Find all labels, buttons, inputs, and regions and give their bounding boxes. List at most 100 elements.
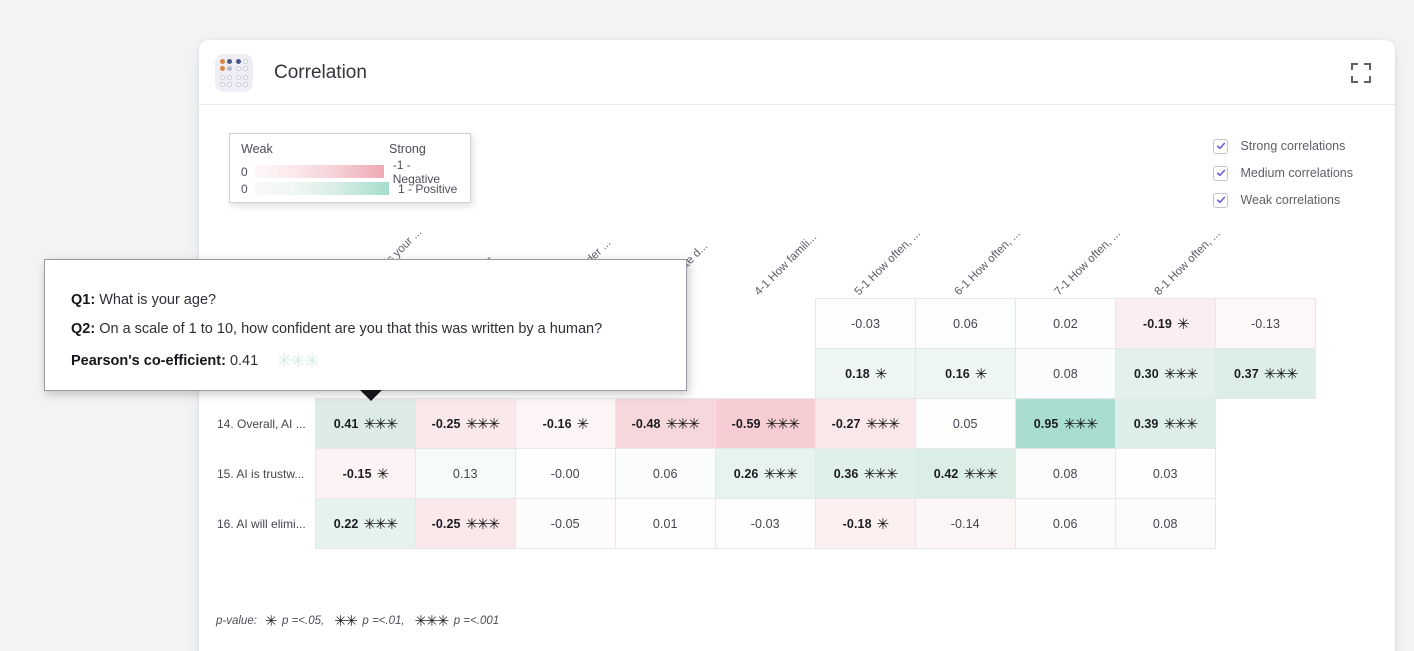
checkbox[interactable] — [1213, 165, 1229, 181]
matrix-cell[interactable]: -0.25 ✳✳✳ — [414, 498, 516, 549]
cell-significance-stars: ✳✳✳ — [963, 465, 998, 483]
cell-value: 0.22 — [333, 516, 359, 531]
matrix-cell[interactable]: -0.27 ✳✳✳ — [814, 398, 916, 449]
legend-row-positive: 0 1 - Positive — [241, 180, 459, 197]
matrix-cell[interactable]: 0.03 — [1114, 448, 1216, 499]
matrix-cell[interactable]: 0.36 ✳✳✳ — [814, 448, 916, 499]
matrix-cell[interactable]: -0.03 — [714, 498, 816, 549]
correlation-tooltip: Q1: What is your age? Q2: On a scale of … — [44, 259, 687, 401]
matrix-cell[interactable]: 0.05 — [914, 398, 1016, 449]
cell-significance-stars: ✳✳✳ — [1263, 365, 1299, 383]
matrix-cell[interactable]: -0.18 ✳ — [814, 498, 916, 549]
tooltip-q2-text: On a scale of 1 to 10, how confident are… — [99, 321, 603, 337]
p-value-threshold: p =<.05, — [282, 615, 325, 627]
matrix-cell[interactable]: 0.37 ✳✳✳ — [1215, 348, 1316, 399]
matrix-cell[interactable]: 0.26 ✳✳✳ — [714, 448, 816, 499]
matrix-cell[interactable]: 0.22 ✳✳✳ — [314, 498, 416, 549]
matrix-cell[interactable]: 0.16 ✳ — [915, 348, 1016, 399]
tooltip-coefficient: Pearson's co-efficient: 0.41 ✳✳✳ — [71, 350, 660, 373]
matrix-cell[interactable]: 0.06 — [614, 448, 716, 499]
matrix-cell[interactable]: 0.08 — [1014, 448, 1116, 499]
matrix-cell[interactable]: 0.30 ✳✳✳ — [1115, 348, 1216, 399]
matrix-cell[interactable]: -0.19 ✳ — [1115, 298, 1216, 349]
cell-significance-stars: ✳✳✳ — [1163, 365, 1199, 383]
matrix-cell[interactable]: -0.25 ✳✳✳ — [414, 398, 516, 449]
matrix-cell[interactable]: -0.16 ✳ — [514, 398, 616, 449]
matrix-cell[interactable]: 0.06 — [1014, 498, 1116, 549]
cell-value: 0.95 — [1033, 416, 1059, 431]
cell-significance-stars: ✳✳✳ — [465, 515, 501, 533]
matrix-cell[interactable]: 0.08 — [1114, 498, 1216, 549]
correlation-filters: Strong correlations Medium correlations … — [1213, 135, 1353, 216]
matrix-cell[interactable]: -0.15 ✳ — [314, 448, 416, 499]
cell-significance-stars: ✳✳✳ — [763, 465, 798, 483]
matrix-row-label: 14. Overall, AI ... — [217, 416, 306, 431]
cell-value: -0.14 — [950, 516, 980, 531]
matrix-cell[interactable]: 0.02 — [1015, 298, 1116, 349]
filter-label: Weak correlations — [1240, 193, 1341, 207]
gradient-legend: Weak Strong 0 -1 - Negative 0 1 - Positi… — [229, 133, 471, 203]
grid-dots-icon — [215, 54, 253, 92]
p-value-threshold: p =<.001 — [453, 615, 500, 627]
cell-significance-stars: ✳ — [974, 365, 988, 383]
matrix-column-header: 8-1 How often, ... — [1152, 227, 1223, 298]
tooltip-significance-stars: ✳✳✳ — [276, 351, 320, 372]
cell-significance-stars: ✳✳✳ — [465, 415, 501, 433]
matrix-cell[interactable]: -0.00 — [514, 448, 616, 499]
matrix-cell[interactable]: 0.08 — [1015, 348, 1116, 399]
card-header: Correlation — [199, 40, 1395, 105]
cell-value: -0.00 — [550, 466, 580, 481]
tooltip-q2-label: Q2: — [71, 321, 96, 337]
matrix-cell[interactable]: -0.14 — [914, 498, 1016, 549]
matrix-cell[interactable]: 0.39 ✳✳✳ — [1114, 398, 1216, 449]
matrix-cell[interactable]: 0.01 — [614, 498, 716, 549]
tooltip-q1: Q1: What is your age? — [71, 292, 660, 308]
matrix-cell[interactable]: -0.05 — [514, 498, 616, 549]
matrix-column-header: 4-1 How famili... — [752, 231, 820, 298]
page-title: Correlation — [274, 61, 367, 83]
cell-value: 0.06 — [1052, 516, 1078, 531]
cell-value: -0.15 — [342, 466, 372, 481]
matrix-column-header: 5-1 How often, ... — [852, 227, 923, 298]
cell-value: -0.03 — [750, 516, 780, 531]
fullscreen-icon[interactable] — [1349, 61, 1373, 85]
p-value-label: p-value: — [216, 615, 257, 627]
matrix-cell[interactable]: -0.48 ✳✳✳ — [614, 398, 716, 449]
cell-significance-stars: ✳✳✳ — [863, 465, 898, 483]
cell-value: -0.03 — [851, 316, 880, 331]
cell-value: 0.06 — [652, 466, 678, 481]
cell-significance-stars: ✳✳✳ — [1063, 415, 1098, 433]
matrix-cell[interactable]: -0.59 ✳✳✳ — [714, 398, 816, 449]
cell-value: 0.13 — [452, 466, 478, 481]
cell-value: 0.16 — [945, 366, 970, 381]
cell-value: 0.42 — [933, 466, 959, 481]
cell-value: 0.02 — [1053, 316, 1078, 331]
filter-medium-correlations[interactable]: Medium correlations — [1213, 162, 1353, 184]
matrix-partial-row: 0.18 ✳ 0.16 ✳ 0.08 0.30 ✳✳✳ 0.37 ✳✳✳ — [815, 348, 1316, 399]
matrix-cell[interactable]: -0.03 — [815, 298, 916, 349]
matrix-cell[interactable]: 0.41 ✳✳✳ — [314, 398, 416, 449]
matrix-cell[interactable]: 0.42 ✳✳✳ — [914, 448, 1016, 499]
checkbox[interactable] — [1213, 192, 1229, 208]
matrix-cell[interactable]: 0.13 — [414, 448, 516, 499]
matrix-cell[interactable]: -0.13 — [1215, 298, 1316, 349]
cell-value: 0.08 — [1052, 466, 1078, 481]
cell-significance-stars: ✳✳✳ — [865, 415, 901, 433]
legend-strong-label: Strong — [389, 142, 426, 156]
matrix-column-header: 7-1 How often, ... — [1052, 227, 1123, 298]
checkbox[interactable] — [1213, 138, 1229, 154]
cell-value: 0.41 — [333, 416, 359, 431]
cell-value: 0.08 — [1053, 366, 1078, 381]
tooltip-arrow — [360, 390, 382, 401]
table-row: 15. AI is trustw... -0.15 ✳ 0.13 -0.00 0.06 0.… — [216, 448, 1216, 499]
filter-weak-correlations[interactable]: Weak correlations — [1213, 189, 1353, 211]
cell-value: 0.37 — [1234, 366, 1259, 381]
legend-pos-max: 1 - Positive — [398, 181, 458, 196]
filter-strong-correlations[interactable]: Strong correlations — [1213, 135, 1353, 157]
tooltip-q1-label: Q1: — [71, 292, 96, 308]
matrix-cell[interactable]: 0.06 — [915, 298, 1016, 349]
matrix-cell[interactable]: 0.95 ✳✳✳ — [1014, 398, 1116, 449]
cell-value: -0.05 — [550, 516, 580, 531]
matrix-cell[interactable]: 0.18 ✳ — [815, 348, 916, 399]
cell-value: -0.25 — [431, 416, 461, 431]
